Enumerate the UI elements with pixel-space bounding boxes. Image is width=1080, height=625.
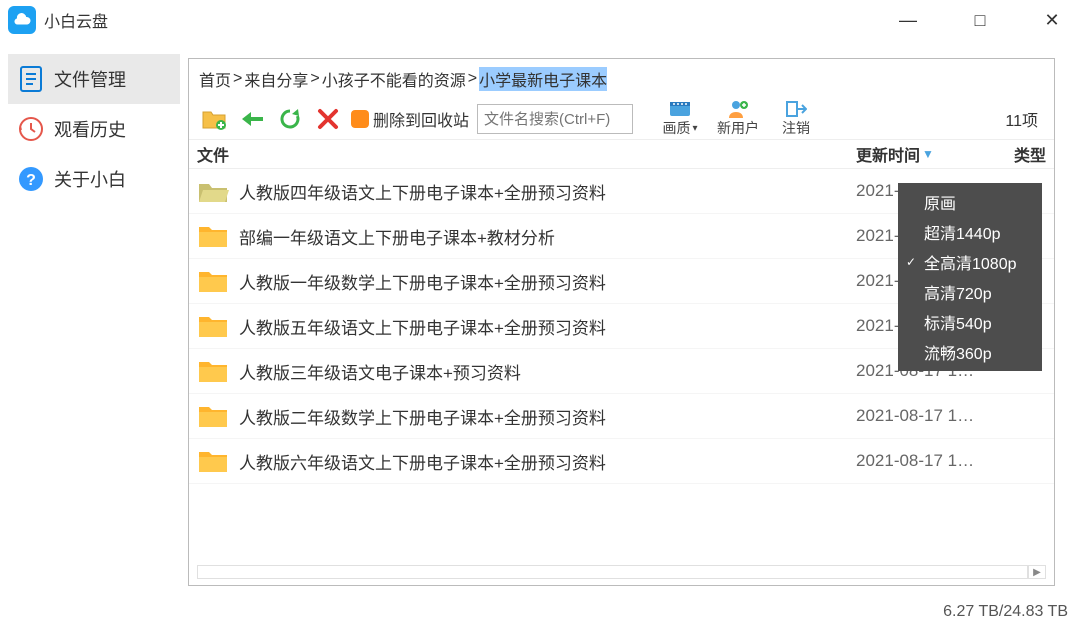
logout-button[interactable]: 注销 xyxy=(771,100,821,138)
logout-label: 注销 xyxy=(782,118,810,138)
sidebar-item-history[interactable]: 观看历史 xyxy=(8,104,180,154)
back-button[interactable] xyxy=(237,104,267,134)
delete-label: 删除到回收站 xyxy=(373,107,469,131)
folder-icon xyxy=(197,268,229,294)
sidebar-item-label: 关于小白 xyxy=(54,166,126,192)
breadcrumb-share[interactable]: 来自分享 xyxy=(244,67,308,91)
file-date: 2021-08-17 1… xyxy=(856,406,1006,426)
sidebar: 文件管理 观看历史 ? 关于小白 xyxy=(0,40,188,599)
table-row[interactable]: 人教版二年级数学上下册电子课本+全册预习资料 2021-08-17 1… xyxy=(189,394,1054,439)
user-plus-icon xyxy=(727,100,749,118)
sidebar-item-files[interactable]: 文件管理 xyxy=(8,54,180,104)
document-icon xyxy=(18,66,44,92)
file-date: 2021-08-17 1… xyxy=(856,451,1006,471)
breadcrumb-sep: > xyxy=(310,70,319,88)
item-count: 11项 xyxy=(1005,107,1044,131)
file-name: 人教版六年级语文上下册电子课本+全册预习资料 xyxy=(239,449,856,474)
table-header: 文件 更新时间 ▼ 类型 xyxy=(189,139,1054,169)
column-date-label: 更新时间 xyxy=(856,142,920,166)
refresh-button[interactable] xyxy=(275,104,305,134)
breadcrumb-current[interactable]: 小学最新电子课本 xyxy=(479,67,607,91)
sidebar-item-label: 观看历史 xyxy=(54,116,126,142)
minimize-button[interactable]: — xyxy=(888,10,928,30)
maximize-button[interactable]: □ xyxy=(960,10,1000,30)
breadcrumbs: 首页> 来自分享> 小孩子不能看的资源> 小学最新电子课本 xyxy=(189,59,1054,99)
quality-button[interactable]: 画质▾ xyxy=(655,100,705,138)
folder-icon xyxy=(197,403,229,429)
dropdown-caret-icon: ▾ xyxy=(693,123,698,134)
storage-total: 24.83 TB xyxy=(1003,603,1068,621)
breadcrumb-home[interactable]: 首页 xyxy=(199,67,231,91)
table-row[interactable]: 人教版六年级语文上下册电子课本+全册预习资料 2021-08-17 1… xyxy=(189,439,1054,484)
file-name: 人教版五年级语文上下册电子课本+全册预习资料 xyxy=(239,314,856,339)
sort-asc-icon: ▼ xyxy=(922,147,934,161)
folder-icon xyxy=(197,358,229,384)
folder-icon xyxy=(197,313,229,339)
quality-option-1080p[interactable]: 全高清1080p xyxy=(898,247,1042,277)
app-icon xyxy=(8,6,36,34)
quality-dropdown: 原画 超清1440p 全高清1080p 高清720p 标清540p 流畅360p xyxy=(898,183,1042,371)
folder-open-icon xyxy=(197,178,229,204)
search-input[interactable] xyxy=(477,104,633,134)
film-icon xyxy=(669,100,691,118)
toolbar: 删除到回收站 画质▾ 新用户 xyxy=(189,99,1054,139)
sidebar-item-about[interactable]: ? 关于小白 xyxy=(8,154,180,204)
titlebar: 小白云盘 — □ ✕ xyxy=(0,0,1080,40)
new-user-button[interactable]: 新用户 xyxy=(713,100,763,138)
logout-icon xyxy=(785,100,807,118)
quality-option-360p[interactable]: 流畅360p xyxy=(898,337,1042,367)
breadcrumb-sep: > xyxy=(468,70,477,88)
close-button[interactable]: ✕ xyxy=(1032,10,1072,30)
storage-used: 6.27 TB xyxy=(943,603,999,621)
delete-x-button[interactable] xyxy=(313,104,343,134)
file-name: 人教版四年级语文上下册电子课本+全册预习资料 xyxy=(239,179,856,204)
file-name: 人教版二年级数学上下册电子课本+全册预习资料 xyxy=(239,404,856,429)
column-file[interactable]: 文件 xyxy=(197,142,856,166)
folder-icon xyxy=(197,448,229,474)
sidebar-item-label: 文件管理 xyxy=(54,66,126,92)
file-name: 人教版一年级数学上下册电子课本+全册预习资料 xyxy=(239,269,856,294)
folder-icon xyxy=(197,223,229,249)
column-date[interactable]: 更新时间 ▼ xyxy=(856,142,1006,166)
column-type[interactable]: 类型 xyxy=(1006,142,1046,166)
svg-text:?: ? xyxy=(26,172,36,189)
scroll-right-arrow[interactable]: ▶ xyxy=(1028,565,1046,579)
quality-option-720p[interactable]: 高清720p xyxy=(898,277,1042,307)
breadcrumb-sep: > xyxy=(233,70,242,88)
delete-to-trash-button[interactable]: 删除到回收站 xyxy=(351,107,469,131)
quality-label: 画质 xyxy=(663,118,691,138)
new-folder-button[interactable] xyxy=(199,104,229,134)
breadcrumb-folder1[interactable]: 小孩子不能看的资源 xyxy=(322,67,466,91)
window-controls: — □ ✕ xyxy=(888,10,1072,30)
help-icon: ? xyxy=(18,166,44,192)
horizontal-scrollbar[interactable] xyxy=(197,565,1028,579)
app-title: 小白云盘 xyxy=(44,8,108,32)
quality-option-540p[interactable]: 标清540p xyxy=(898,307,1042,337)
history-icon xyxy=(18,116,44,142)
quality-option-1440p[interactable]: 超清1440p xyxy=(898,217,1042,247)
new-user-label: 新用户 xyxy=(717,118,759,138)
file-name: 人教版三年级语文电子课本+预习资料 xyxy=(239,359,856,384)
quality-option-original[interactable]: 原画 xyxy=(898,187,1042,217)
trash-square-icon xyxy=(351,110,369,128)
status-bar: 6.27 TB / 24.83 TB xyxy=(943,599,1068,625)
file-name: 部编一年级语文上下册电子课本+教材分析 xyxy=(239,224,856,249)
